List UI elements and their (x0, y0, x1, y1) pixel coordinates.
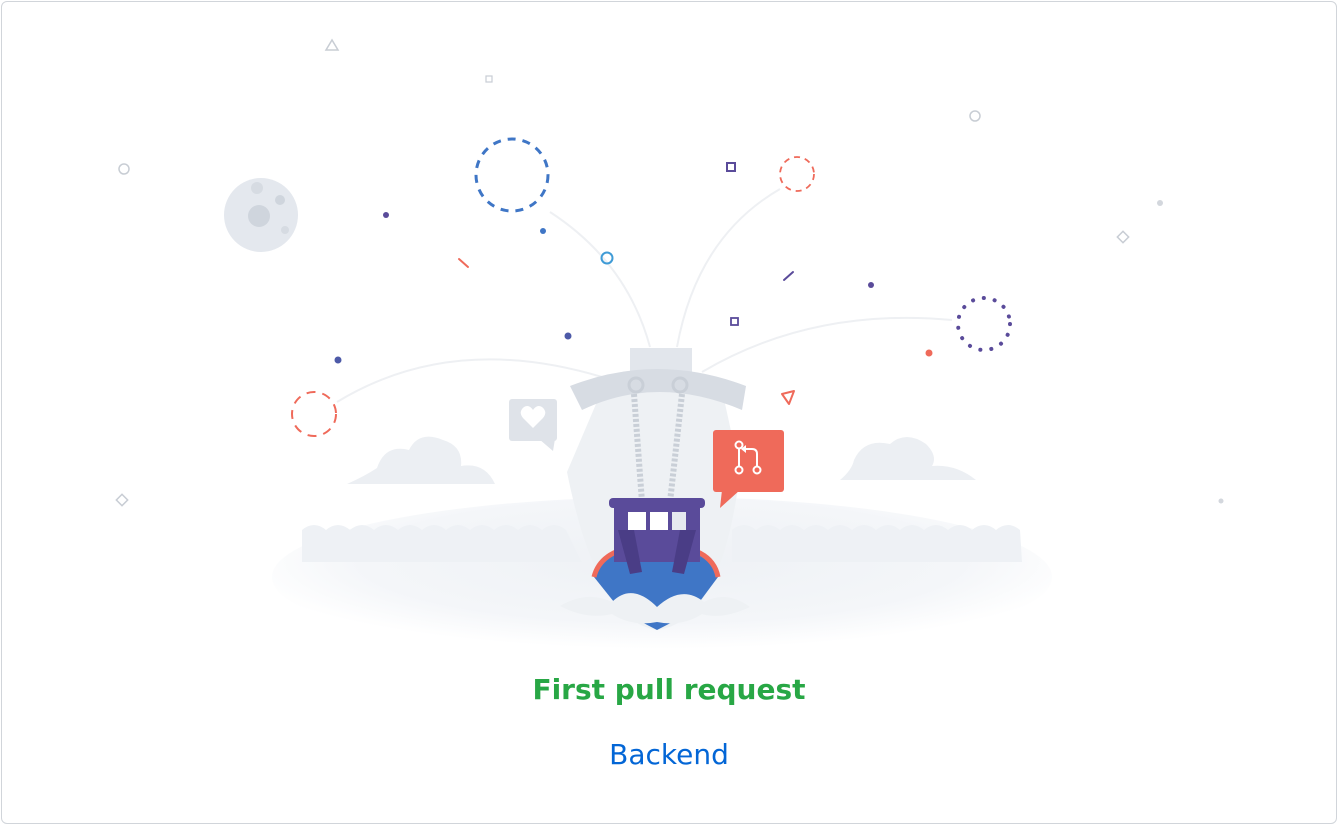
cloud-left (347, 436, 495, 484)
dashed-circle-red-top (779, 156, 815, 192)
ship-illustration (115, 38, 1224, 657)
achievement-card: First pull request Backend (1, 1, 1337, 824)
cloud-right (840, 437, 976, 480)
dashed-circle-red-left (291, 391, 337, 437)
pull-request-icon (713, 430, 784, 508)
dotted-circle-purple (956, 296, 1012, 352)
repository-link[interactable]: Backend (609, 738, 729, 771)
sea-waves-right (732, 525, 1022, 562)
dashed-circle-blue (474, 137, 550, 213)
repository-link-container: Backend (2, 735, 1336, 775)
sea-waves (302, 525, 582, 562)
moon-icon (224, 178, 298, 252)
achievement-title: First pull request (532, 673, 806, 706)
heart-icon (509, 399, 557, 451)
